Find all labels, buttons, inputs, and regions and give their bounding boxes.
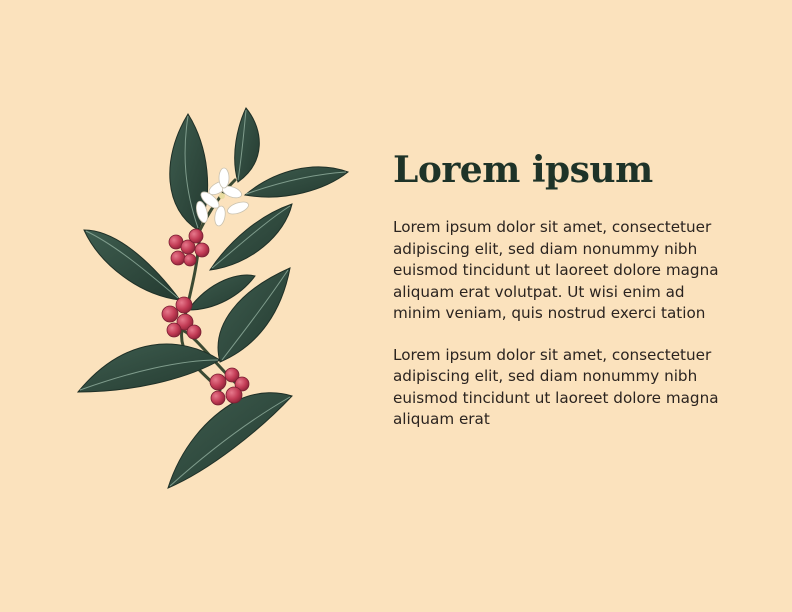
body-paragraph: Lorem ipsum dolor sit amet, consectetuer… xyxy=(393,345,719,429)
text-content: Lorem ipsum Lorem ipsum dolor sit amet, … xyxy=(393,149,733,431)
leaves xyxy=(76,107,350,489)
coffee-branch-illustration xyxy=(76,107,350,489)
berry-cluster-top xyxy=(168,228,210,267)
page-title: Lorem ipsum xyxy=(393,149,653,191)
body-paragraph: Lorem ipsum dolor sit amet, consectetuer… xyxy=(393,218,719,323)
